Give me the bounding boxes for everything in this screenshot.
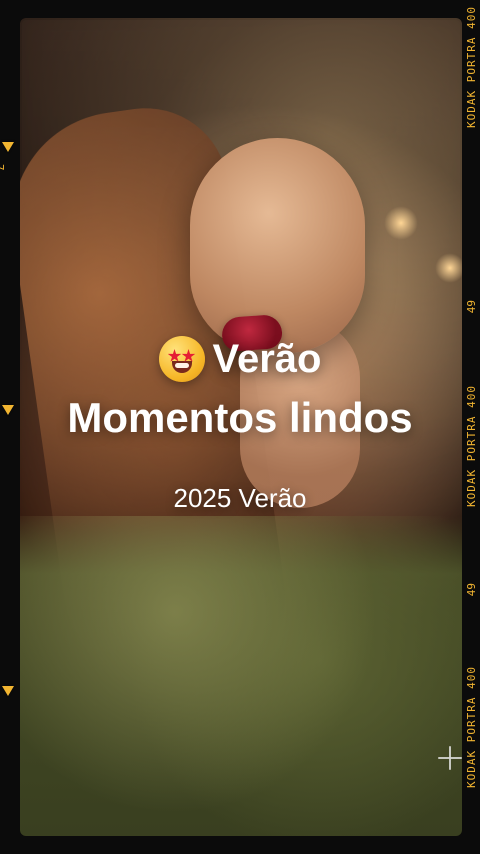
lips-shape <box>220 313 284 353</box>
photo-frame <box>20 18 462 836</box>
bokeh-light <box>384 206 418 240</box>
bokeh-light <box>435 253 462 283</box>
film-frame: 7 KODAK PORTRA 400 49 KODAK PORTRA 400 4… <box>0 0 480 854</box>
dress-shape <box>20 516 462 836</box>
film-label-top: KODAK PORTRA 400 <box>465 6 478 128</box>
film-frame-number-2: 49 <box>465 583 478 597</box>
film-triangle-icon <box>2 142 14 152</box>
film-left-markers: 7 <box>0 0 16 854</box>
film-label-mid: KODAK PORTRA 400 <box>465 385 478 507</box>
film-frame-number-1: 49 <box>465 300 478 314</box>
film-left-number: 7 <box>0 164 6 171</box>
film-triangle-icon <box>2 405 14 415</box>
film-label-bottom: KODAK PORTRA 400 <box>465 666 478 788</box>
film-triangle-icon <box>2 686 14 696</box>
